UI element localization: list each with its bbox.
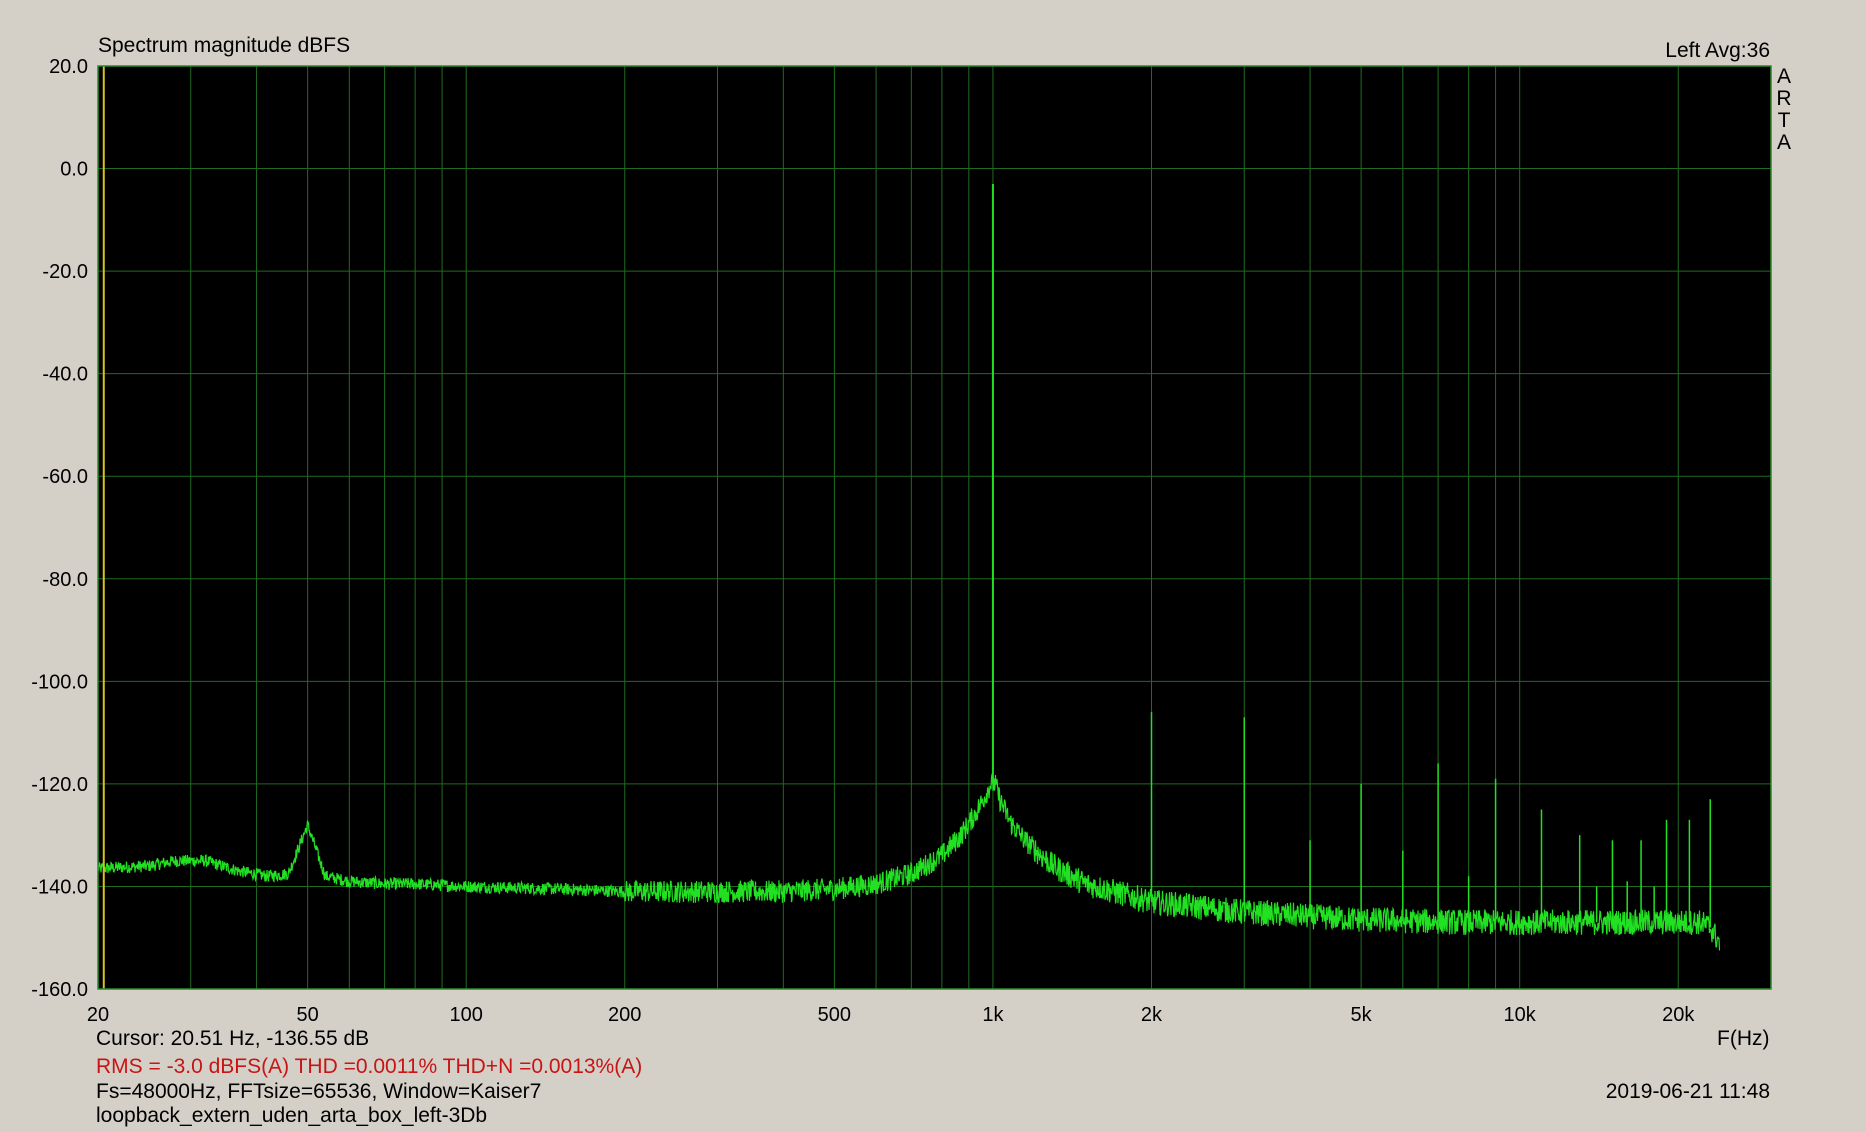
channel-average-label: Left Avg:36	[1665, 39, 1770, 62]
date-time: 2019-06-21 11:48	[1605, 1080, 1770, 1103]
y-tick-label: -40.0	[42, 364, 88, 386]
x-tick-label: 20k	[1662, 1004, 1695, 1026]
x-tick-label: 50	[296, 1004, 318, 1026]
x-tick-label: 500	[818, 1004, 851, 1026]
y-tick-label: -100.0	[31, 671, 88, 693]
y-tick-label: -60.0	[42, 466, 88, 488]
file-name: loopback_extern_uden_arta_box_left-3Db	[96, 1104, 488, 1127]
x-tick-label: 100	[449, 1004, 482, 1026]
brand-letter: T	[1777, 109, 1791, 132]
x-tick-label: 1k	[982, 1004, 1004, 1026]
y-tick-label: 20.0	[49, 56, 88, 78]
y-tick-label: -80.0	[42, 569, 88, 591]
brand-letter: A	[1776, 131, 1791, 154]
spectrum-chart: 20.0 0.0 -20.0 -40.0 -60.0 -80.0 -100.0 -120.0 -…	[31, 56, 1772, 1026]
y-tick-label: -140.0	[31, 876, 88, 898]
chart-title: Spectrum magnitude dBFS	[98, 34, 351, 57]
y-tick-label: -120.0	[31, 774, 88, 796]
x-tick-label: 20	[87, 1004, 109, 1026]
x-axis-label: F(Hz)	[1717, 1027, 1770, 1050]
measurement-metrics: RMS = -3.0 dBFS(A) THD =0.0011% THD+N =0…	[96, 1055, 643, 1078]
analyzer-settings: Fs=48000Hz, FFTsize=65536, Window=Kaiser…	[96, 1080, 542, 1103]
cursor-readout: Cursor: 20.51 Hz, -136.55 dB	[96, 1027, 370, 1050]
x-tick-label: 2k	[1141, 1004, 1163, 1026]
x-tick-label: 200	[608, 1004, 641, 1026]
x-tick-label: 5k	[1351, 1004, 1373, 1026]
y-tick-label: -20.0	[42, 261, 88, 283]
brand-letter: A	[1776, 65, 1791, 88]
brand-letter: R	[1776, 87, 1792, 110]
y-tick-label: -160.0	[31, 979, 88, 1001]
x-tick-label: 10k	[1504, 1004, 1537, 1026]
arta-brand: A R T A	[1776, 66, 1792, 154]
y-tick-label: 0.0	[60, 159, 88, 181]
